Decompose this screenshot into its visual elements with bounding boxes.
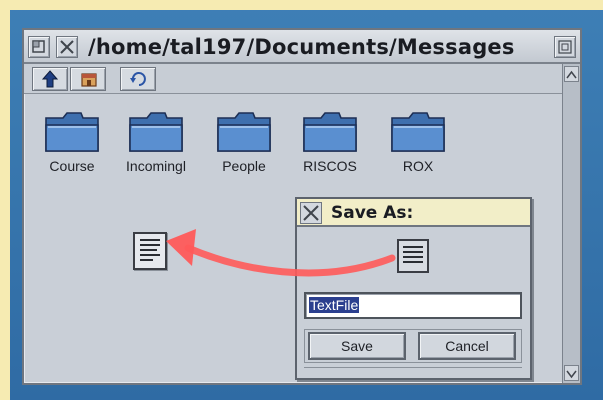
dialog-button-row: Save Cancel xyxy=(304,329,522,363)
folder-icon xyxy=(303,112,357,152)
up-button[interactable] xyxy=(32,67,68,91)
cancel-button[interactable]: Cancel xyxy=(418,332,516,360)
dialog-bottom-divider xyxy=(304,367,522,375)
scroll-up-arrow[interactable] xyxy=(564,66,579,82)
resize-icon xyxy=(558,40,572,54)
folder-icon xyxy=(129,112,183,152)
filename-input[interactable]: TextFile xyxy=(304,292,522,319)
vertical-scrollbar[interactable] xyxy=(562,64,580,383)
close-button[interactable] xyxy=(56,36,78,58)
chevron-down-icon xyxy=(566,370,577,379)
save-as-dialog: Save As: TextFile Save Cancel xyxy=(295,197,532,380)
home-button[interactable] xyxy=(70,67,106,91)
refresh-icon xyxy=(130,72,146,86)
draggable-file-icon[interactable] xyxy=(397,239,429,273)
save-dialog-close-button[interactable] xyxy=(300,202,322,224)
folder-icon xyxy=(217,112,271,152)
text-file-icon[interactable] xyxy=(133,232,167,270)
window-title: /home/tal197/Documents/Messages xyxy=(88,35,515,59)
folder-icon xyxy=(45,112,99,152)
home-icon xyxy=(81,73,97,87)
folder-item[interactable]: Course xyxy=(30,108,114,188)
folder-label: People xyxy=(222,158,266,174)
save-dialog-titlebar[interactable]: Save As: xyxy=(297,199,530,227)
chevron-up-icon xyxy=(566,70,577,79)
folder-label: Incomingl xyxy=(126,158,186,174)
refresh-button[interactable] xyxy=(120,67,156,91)
up-arrow-icon xyxy=(42,70,58,88)
folder-item[interactable]: Incomingl xyxy=(114,108,198,188)
folder-icon xyxy=(391,112,445,152)
folder-label: Course xyxy=(49,158,95,174)
save-dialog-title: Save As: xyxy=(331,203,414,223)
text-document-icon xyxy=(140,239,160,261)
window-titlebar[interactable]: /home/tal197/Documents/Messages xyxy=(24,30,580,64)
folder-item[interactable]: People xyxy=(202,108,286,188)
resize-button[interactable] xyxy=(554,36,576,58)
iconize-icon xyxy=(32,40,45,53)
close-icon xyxy=(303,205,319,221)
text-document-icon xyxy=(403,246,423,263)
save-button[interactable]: Save xyxy=(308,332,406,360)
folder-label: ROX xyxy=(402,158,434,174)
iconize-button[interactable] xyxy=(28,36,50,58)
scroll-down-arrow[interactable] xyxy=(564,365,579,381)
folder-item[interactable]: RISCOS xyxy=(288,108,372,188)
filer-toolbar xyxy=(24,64,580,94)
filename-text: TextFile xyxy=(309,297,360,313)
folder-item[interactable]: ROX xyxy=(376,108,460,188)
close-icon xyxy=(60,40,74,54)
folder-label: RISCOS xyxy=(303,158,357,174)
